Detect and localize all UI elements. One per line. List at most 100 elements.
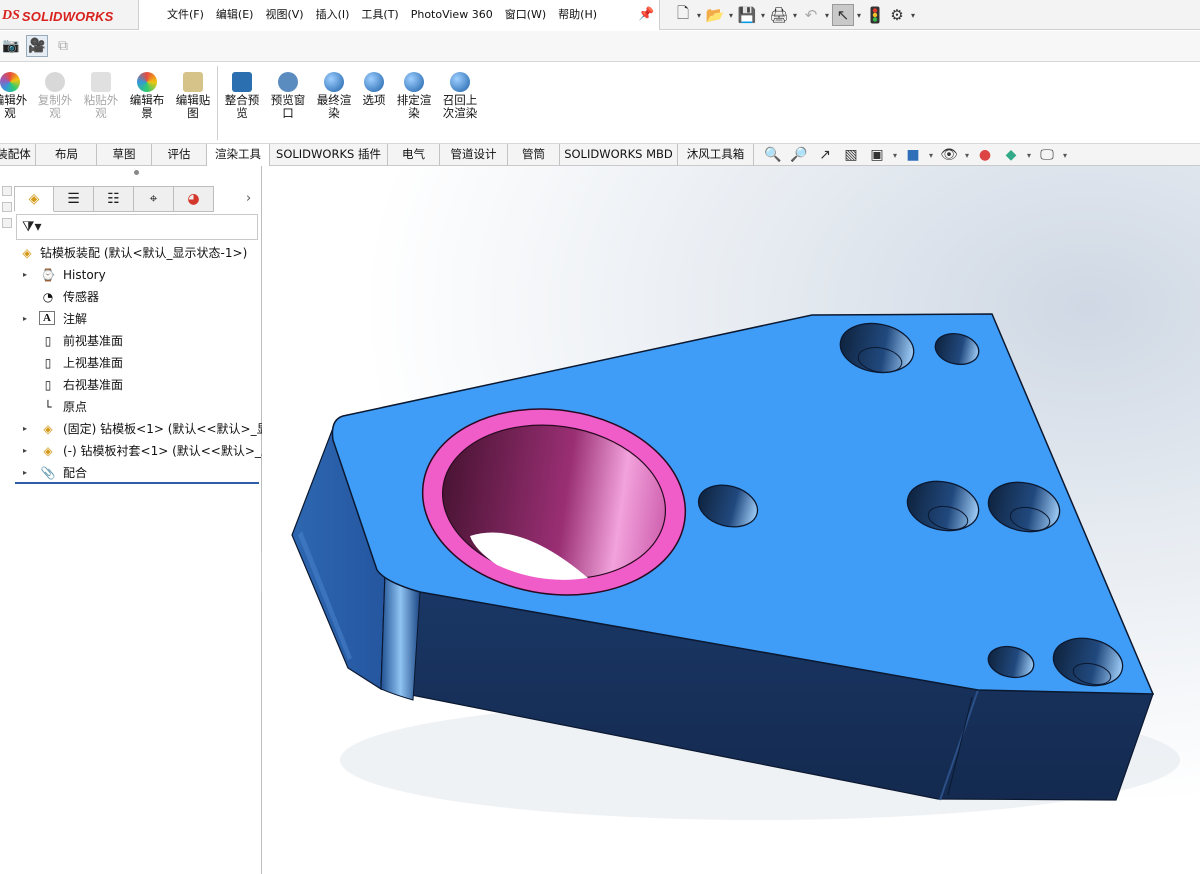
recall-last-render-button[interactable]: 召回上 次渲染 <box>438 72 482 120</box>
scene-dropdown-icon[interactable]: ▾ <box>1024 151 1034 160</box>
menu-window[interactable]: 窗口(W) <box>499 3 552 27</box>
zoom-to-fit-icon[interactable]: 🔍 <box>760 144 786 166</box>
tree-node-sensors[interactable]: ◔ 传感器 <box>0 286 262 308</box>
strip-icon-3[interactable] <box>2 218 12 228</box>
tab-assembly[interactable]: 装配体 <box>0 144 36 166</box>
dimxpert-manager-tab-icon[interactable]: ⌖ <box>134 186 174 212</box>
rollback-bar[interactable] <box>15 482 259 484</box>
tree-root-assembly[interactable]: ◈ 钻模板装配 (默认<默认_显示状态-1>) <box>0 242 262 264</box>
tree-node-history[interactable]: ▸ ⌚ History <box>0 264 262 286</box>
hide-show-items-icon[interactable]: 👁 <box>936 144 962 166</box>
menu-insert[interactable]: 插入(I) <box>310 3 356 27</box>
tab-solidworks-mbd[interactable]: SOLIDWORKS MBD <box>560 144 678 166</box>
hide-show-dropdown-icon[interactable]: ▾ <box>962 151 972 160</box>
plane-icon: ▯ <box>44 378 52 392</box>
tab-piping[interactable]: 管道设计 <box>440 144 508 166</box>
tree-node-top-plane[interactable]: ▯ 上视基准面 <box>0 352 262 374</box>
menu-edit[interactable]: 编辑(E) <box>210 3 260 27</box>
select-pointer-icon[interactable]: ↖ <box>832 4 854 26</box>
tree-node-origin[interactable]: └ 原点 <box>0 396 262 418</box>
tab-mufeng-toolbox[interactable]: 沐风工具箱 <box>678 144 754 166</box>
view-settings-monitor-icon[interactable]: 🖵 <box>1034 144 1060 166</box>
tab-render-tools[interactable]: 渲染工具 <box>207 144 270 167</box>
menu-tools[interactable]: 工具(T) <box>355 3 404 27</box>
camera-icon[interactable]: 📷 <box>0 35 22 57</box>
tree-node-annotations[interactable]: ▸ A 注解 <box>0 308 262 330</box>
options-dropdown-icon[interactable]: ▾ <box>908 11 918 20</box>
expand-arrow-icon[interactable]: ▸ <box>20 418 30 440</box>
model-render[interactable] <box>262 166 1200 874</box>
save-icon[interactable]: 💾 <box>736 4 758 26</box>
feature-manager-tab-icon[interactable]: ◈ <box>14 186 54 212</box>
configuration-manager-tab-icon[interactable]: ☷ <box>94 186 134 212</box>
edit-appearance-view-icon[interactable]: ● <box>972 144 998 166</box>
graphics-area[interactable] <box>262 166 1200 874</box>
new-document-icon[interactable]: 🗋 <box>672 4 694 26</box>
menu-view[interactable]: 视图(V) <box>259 3 309 27</box>
print-icon[interactable]: 🖨 <box>768 4 790 26</box>
strip-icon-1[interactable] <box>2 186 12 196</box>
render-camera-icon[interactable]: 🎥 <box>26 35 48 57</box>
open-dropdown-icon[interactable]: ▾ <box>726 11 736 20</box>
expand-arrow-icon[interactable]: ▸ <box>20 308 30 330</box>
tab-sketch[interactable]: 草图 <box>97 144 152 166</box>
panel-grip-icon[interactable] <box>134 170 139 175</box>
section-view-icon[interactable]: ▧ <box>838 144 864 166</box>
tree-node-front-plane[interactable]: ▯ 前视基准面 <box>0 330 262 352</box>
tree-node-drill-plate[interactable]: ▸ ◈ (固定) 钻模板<1> (默认<<默认>_显 <box>0 418 269 440</box>
copy-appearance-button[interactable]: 复制外 观 <box>33 72 77 120</box>
edit-scene-button[interactable]: 编辑布 景 <box>125 72 169 120</box>
schedule-render-button[interactable]: 排定渲 染 <box>392 72 436 120</box>
final-render-button[interactable]: 最终渲 染 <box>312 72 356 120</box>
render-options-button[interactable]: 选项 <box>352 72 396 107</box>
expand-arrow-icon[interactable]: ▸ <box>20 462 30 484</box>
solidworks-logo[interactable]: DS SOLIDWORKS <box>2 6 113 26</box>
select-dropdown-icon[interactable]: ▾ <box>854 11 864 20</box>
expand-arrow-icon[interactable]: ▸ <box>20 440 30 462</box>
rebuild-traffic-light-icon[interactable] <box>864 4 886 26</box>
tab-evaluate[interactable]: 评估 <box>152 144 207 166</box>
view-settings-dropdown-icon[interactable]: ▾ <box>1060 151 1070 160</box>
tab-layout[interactable]: 布局 <box>37 144 97 166</box>
view-orientation-icon[interactable]: ▣ <box>864 144 890 166</box>
menu-help[interactable]: 帮助(H) <box>552 3 603 27</box>
menu-file[interactable]: 文件(F) <box>161 3 210 27</box>
new-dropdown-icon[interactable]: ▾ <box>694 11 704 20</box>
paste-appearance-button[interactable]: 粘贴外 观 <box>79 72 123 120</box>
pin-menu-icon[interactable]: 📌 <box>638 7 654 22</box>
tree-filter-bar[interactable]: ⧩▾ <box>16 214 258 240</box>
tree-node-mates[interactable]: ▸ 📎 配合 <box>0 462 262 484</box>
undo-dropdown-icon[interactable]: ▾ <box>822 11 832 20</box>
tab-solidworks-addins[interactable]: SOLIDWORKS 插件 <box>270 144 388 166</box>
tab-electrical[interactable]: 电气 <box>388 144 440 166</box>
undo-icon[interactable]: ↶ <box>800 4 822 26</box>
tree-node-drill-bushing[interactable]: ▸ ◈ (-) 钻模板衬套<1> (默认<<默认>_显 <box>0 440 273 462</box>
previous-view-icon[interactable]: ↗ <box>812 144 838 166</box>
tree-node-right-plane[interactable]: ▯ 右视基准面 <box>0 374 262 396</box>
apply-scene-icon[interactable]: ◆ <box>998 144 1024 166</box>
preview-window-button[interactable]: 预览窗 口 <box>266 72 310 120</box>
zoom-to-area-icon[interactable]: 🔎 <box>786 144 812 166</box>
display-manager-tab-icon[interactable]: ◕ <box>174 186 214 212</box>
menu-photoview[interactable]: PhotoView 360 <box>405 3 499 27</box>
edit-appearance-button[interactable]: 编辑外 观 <box>0 72 32 120</box>
display-style-dropdown-icon[interactable]: ▾ <box>926 151 936 160</box>
integrated-preview-button[interactable]: 整合预 览 <box>220 72 264 120</box>
display-style-icon[interactable]: ■ <box>900 144 926 166</box>
recall-render-label: 召回上 次渲染 <box>442 93 478 120</box>
open-folder-icon[interactable]: 📂 <box>704 4 726 26</box>
view-orientation-dropdown-icon[interactable]: ▾ <box>890 151 900 160</box>
tab-tubing[interactable]: 管筒 <box>508 144 560 166</box>
property-manager-tab-icon[interactable]: ☰ <box>54 186 94 212</box>
render-options-icon <box>364 72 384 92</box>
strip-icon-2[interactable] <box>2 202 12 212</box>
save-dropdown-icon[interactable]: ▾ <box>758 11 768 20</box>
expand-arrow-icon[interactable]: ▸ <box>20 264 30 286</box>
final-render-label: 最终渲 染 <box>316 93 352 120</box>
tabs-next-arrow-icon[interactable]: › <box>246 191 251 206</box>
copy-screen-icon[interactable]: ⧉ <box>52 35 74 57</box>
print-dropdown-icon[interactable]: ▾ <box>790 11 800 20</box>
edit-decal-button[interactable]: 编辑贴 图 <box>171 72 215 120</box>
filter-funnel-icon[interactable]: ⧩▾ <box>22 219 42 235</box>
options-gear-icon[interactable]: ⚙ <box>886 4 908 26</box>
